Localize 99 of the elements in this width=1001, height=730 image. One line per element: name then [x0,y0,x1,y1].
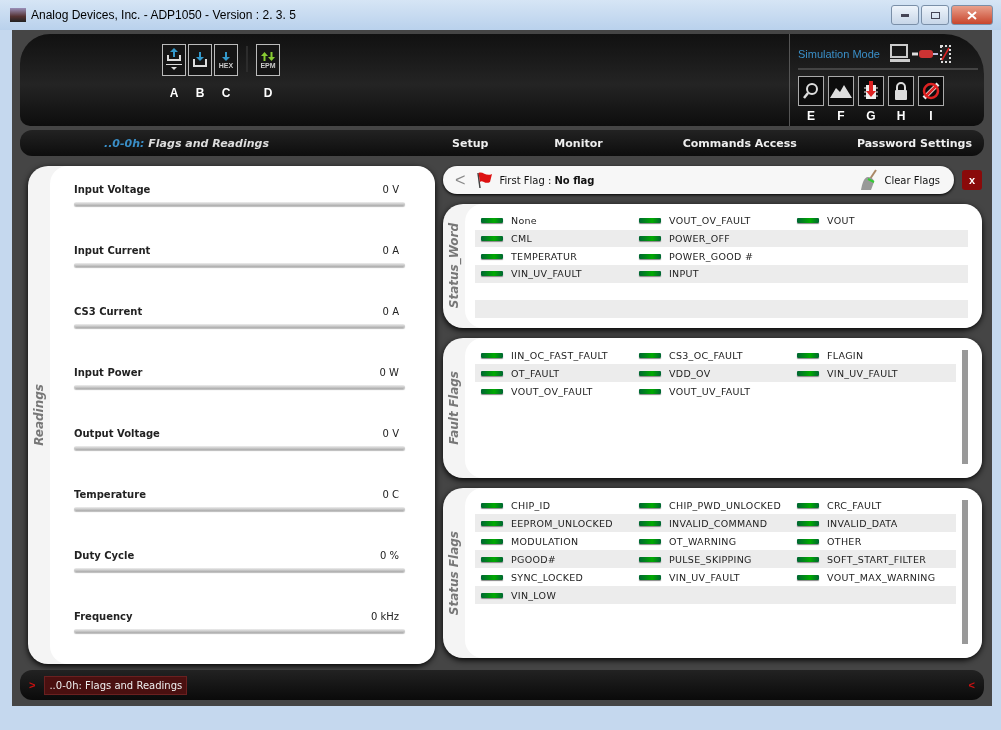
chart-icon [830,84,852,98]
minimize-icon [901,13,909,17]
maximize-icon [930,11,940,19]
nav-tab[interactable]: Setup [444,132,497,154]
flag-label: VDD_OV [669,367,711,379]
flag-label: VIN_UV_FAULT [511,268,582,280]
flag-label: VIN_LOW [511,589,557,601]
panel-title: Status Flags [447,530,461,616]
download-tray-icon [191,51,209,69]
tool-button[interactable] [858,76,884,106]
minimize-button[interactable] [891,5,919,25]
flag-label: OT_FAULT [511,367,560,379]
reading-label: Duty Cycle [74,550,135,561]
button-letter: E [807,109,815,123]
flag-label: POWER_GOOD # [669,250,754,262]
flag-label: PGOOD# [511,553,557,565]
flag-icon [475,171,494,189]
button-letter: B [195,86,205,100]
flag-label: SYNC_LOCKED [511,571,584,583]
reading-label: Input Power [74,367,143,378]
close-button[interactable] [951,5,993,25]
scrollbar[interactable] [962,500,968,644]
page-breadcrumb: ..0-0h: Flags and Readings [103,136,270,150]
button-letter: F [837,109,845,123]
button-letter: D [263,86,273,100]
flag-label: None [511,215,537,227]
reading-value: 0 V [382,428,399,439]
close-icon [967,10,977,20]
flag-label: VOUT_UV_FAULT [669,385,751,397]
button-letter: I [929,109,933,123]
flag-label: TEMPERATUR [511,250,578,262]
flag-label: VIN_UV_FAULT [827,367,898,379]
flag-label: OTHER [827,535,862,547]
flag-label: MODULATION [511,535,579,547]
lock-icon [894,82,908,100]
window-title: Analog Devices, Inc. - ADP1050 - Version : 2. 3. 5 [31,8,297,22]
clear-flags-button[interactable]: Clear Flags [852,168,946,192]
nav-tab[interactable]: Monitor [546,132,611,154]
toolbar-button[interactable] [188,44,212,76]
reading-label: CS3 Current [74,306,143,317]
reading-value: 0 A [382,306,399,317]
tool-button[interactable] [918,76,944,106]
panel-title: Status_Word [447,223,461,309]
flag-label: VOUT_OV_FAULT [669,215,751,227]
disconnected-icon [921,81,941,101]
flag-label: CHIP_ID [511,499,551,511]
flag-label: IIN_OC_FAST_FAULT [511,349,608,361]
search-icon [802,82,820,100]
reading-value: 0 V [382,184,399,195]
nav-tab[interactable]: Password Settings [848,132,980,154]
flag-label: VOUT [827,215,855,227]
toolbar-button[interactable] [162,44,186,76]
chip-download-icon [863,80,879,102]
flag-label: SOFT_START_FILTER [827,553,927,565]
panel-title: Readings [32,384,46,446]
first-flag-text: First Flag : No flag [499,174,595,186]
flag-label: INPUT [669,268,699,280]
flag-label: CHIP_PWD_UNLOCKED [669,499,782,511]
tool-button[interactable] [828,76,854,106]
scrollbar[interactable] [962,350,968,464]
flag-label: CS3_OC_FAULT [669,349,743,361]
reading-label: Input Current [74,245,151,256]
reading-value: 0 C [382,489,399,500]
button-letter: G [866,109,876,123]
flag-label: VIN_UV_FAULT [669,571,740,583]
button-letter: A [169,86,179,100]
flag-label: INVALID_DATA [827,517,898,529]
close-button[interactable]: x [962,170,982,190]
tool-button[interactable] [798,76,824,106]
reading-value: 0 A [382,245,399,256]
button-letter: H [896,109,906,123]
reading-label: Frequency [74,611,133,622]
flag-label: CML [511,233,533,244]
reading-value: 0 W [379,367,399,378]
tool-button[interactable] [888,76,914,106]
reading-value: 0 % [379,550,399,561]
app-icon [10,8,26,22]
panel-title: Fault Flags [447,371,461,445]
flag-label: INVALID_COMMAND [669,517,768,529]
maximize-button[interactable] [921,5,949,25]
flag-label: VOUT_OV_FAULT [511,385,593,397]
mode-label: Simulation Mode [798,48,880,60]
reading-label: Input Voltage [74,184,151,195]
flag-label: EEPROM_UNLOCKED [511,517,613,529]
reading-label: Output Voltage [74,428,160,439]
flag-label: FLAGIN [827,349,864,361]
page-tab[interactable]: ..0-0h: Flags and Readings [44,675,188,695]
flag-label: POWER_OFF [669,233,731,244]
up-down-arrows-icon [261,51,275,61]
upload-tray-icon [165,47,183,73]
flag-label: PULSE_SKIPPING [669,553,752,565]
connection-status-drawing [889,44,952,64]
button-letter: C [221,86,231,100]
flag-label: OT_WARNING [669,535,737,547]
reading-value: 0 kHz [370,611,399,622]
nav-tab[interactable]: Commands Access [674,132,805,154]
flag-label: CRC_FAULT [827,499,882,511]
flag-label: VOUT_MAX_WARNING [827,571,936,583]
reading-label: Temperature [74,489,146,500]
